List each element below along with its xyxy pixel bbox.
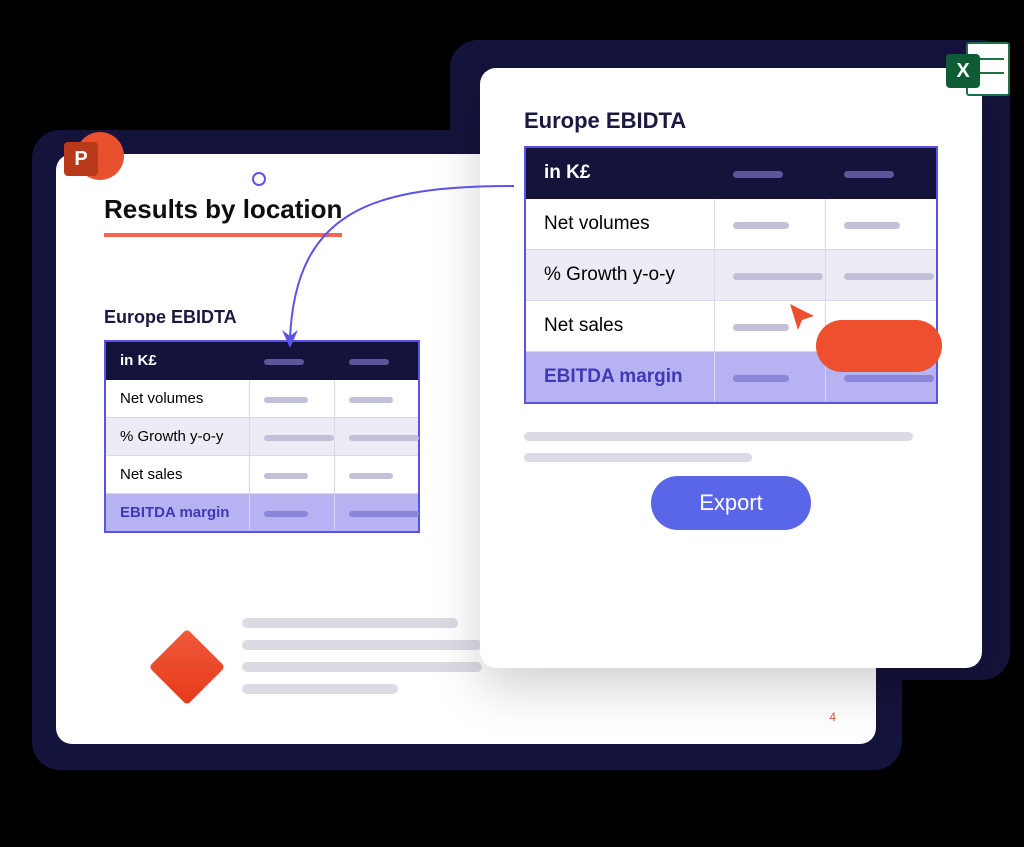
selection-pill <box>816 320 942 372</box>
excel-icon: X <box>946 40 1010 102</box>
page-number: 4 <box>829 710 836 724</box>
cell <box>334 494 419 533</box>
table-row: Net sales <box>105 456 419 494</box>
row-label: EBITDA margin <box>525 352 715 404</box>
cell <box>249 418 334 456</box>
cell[interactable] <box>715 352 826 404</box>
placeholder-text <box>242 618 482 706</box>
table-header-row: in K£ <box>105 341 419 380</box>
row-label: % Growth y-o-y <box>525 250 715 301</box>
cell <box>334 380 419 418</box>
header-col-1 <box>249 341 334 380</box>
row-label: Net volumes <box>105 380 249 418</box>
row-label: Net sales <box>525 301 715 352</box>
table-row[interactable]: % Growth y-o-y <box>525 250 937 301</box>
header-col-2 <box>826 147 937 199</box>
row-label: % Growth y-o-y <box>105 418 249 456</box>
header-units: in K£ <box>525 147 715 199</box>
table-row: Net volumes <box>105 380 419 418</box>
cell[interactable] <box>826 199 937 250</box>
table-row: % Growth y-o-y <box>105 418 419 456</box>
export-button[interactable]: Export <box>651 476 811 530</box>
row-label: Net volumes <box>525 199 715 250</box>
header-col-2 <box>334 341 419 380</box>
placeholder-text <box>524 432 938 462</box>
diamond-icon <box>149 629 225 705</box>
table-row-highlight: EBITDA margin <box>105 494 419 533</box>
cell <box>334 456 419 494</box>
powerpoint-icon: P <box>64 128 124 188</box>
cell <box>249 494 334 533</box>
cell <box>249 380 334 418</box>
right-table-title: Europe EBIDTA <box>524 108 938 134</box>
cell <box>249 456 334 494</box>
table-header-row: in K£ <box>525 147 937 199</box>
header-col-1 <box>715 147 826 199</box>
table-row[interactable]: Net volumes <box>525 199 937 250</box>
row-label: Net sales <box>105 456 249 494</box>
cell[interactable] <box>715 199 826 250</box>
header-units: in K£ <box>105 341 249 380</box>
slide-title: Results by location <box>104 194 342 237</box>
left-data-table: in K£ Net volumes % Growth y-o-y Net sal… <box>104 340 420 533</box>
connector-endpoint <box>252 172 266 186</box>
cell[interactable] <box>715 250 826 301</box>
cell <box>334 418 419 456</box>
row-label: EBITDA margin <box>105 494 249 533</box>
cell[interactable] <box>826 250 937 301</box>
